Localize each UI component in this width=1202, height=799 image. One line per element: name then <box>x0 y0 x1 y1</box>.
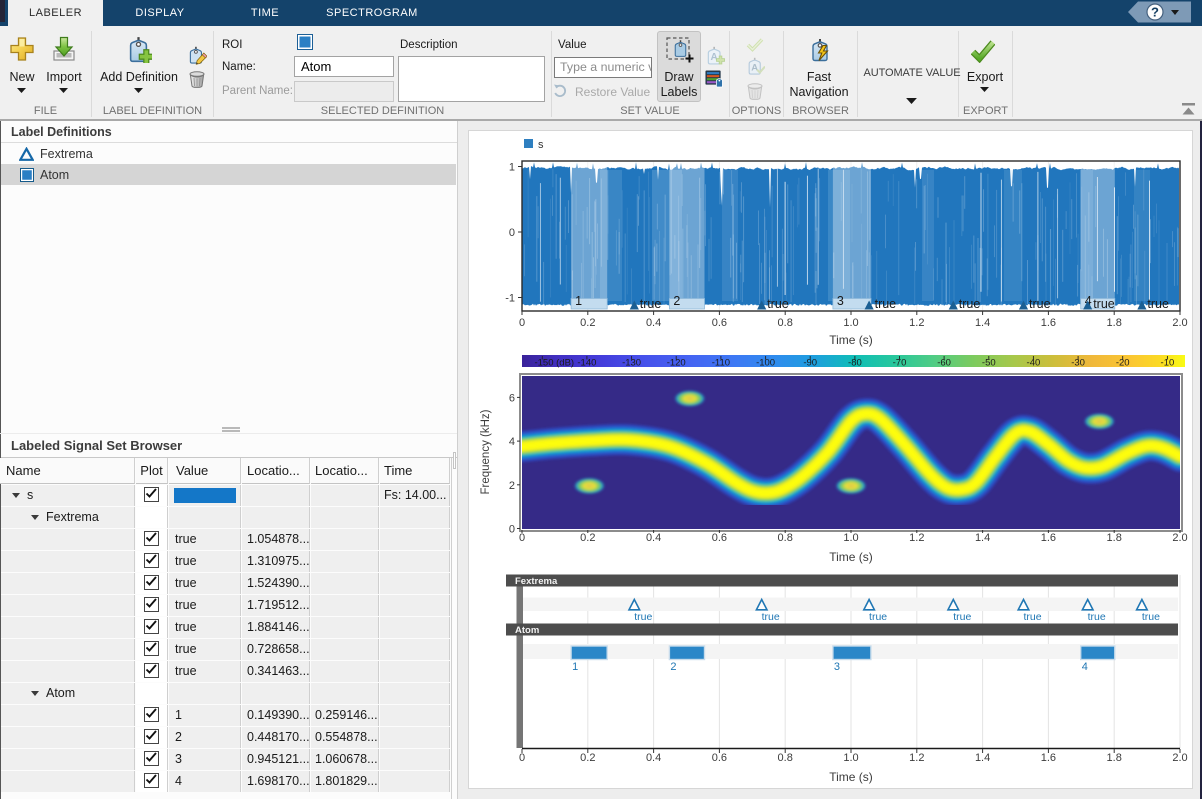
svg-text:1.8: 1.8 <box>1107 317 1122 329</box>
svg-text:-120: -120 <box>667 358 686 369</box>
svg-text:-140: -140 <box>577 358 596 369</box>
svg-text:-10: -10 <box>1161 358 1175 369</box>
svg-text:true: true <box>875 297 897 311</box>
svg-text:0.2: 0.2 <box>580 752 595 764</box>
svg-text:true: true <box>1029 297 1051 311</box>
svg-text:0.8: 0.8 <box>778 752 793 764</box>
svg-text:true: true <box>1093 297 1115 311</box>
svg-text:1.4: 1.4 <box>975 532 990 544</box>
svg-text:Time (s): Time (s) <box>829 333 873 347</box>
svg-text:1.8: 1.8 <box>1107 752 1122 764</box>
svg-text:0.2: 0.2 <box>580 532 595 544</box>
svg-text:3: 3 <box>834 661 840 673</box>
svg-text:1.6: 1.6 <box>1041 532 1056 544</box>
svg-text:true: true <box>634 611 652 623</box>
svg-text:1.4: 1.4 <box>975 317 990 329</box>
svg-text:-90: -90 <box>803 358 817 369</box>
svg-text:1.0: 1.0 <box>843 317 858 329</box>
svg-text:true: true <box>1142 611 1160 623</box>
svg-text:-100: -100 <box>756 358 775 369</box>
svg-text:true: true <box>869 611 887 623</box>
svg-text:2.0: 2.0 <box>1172 752 1187 764</box>
svg-text:0.6: 0.6 <box>712 317 727 329</box>
svg-text:Fextrema: Fextrema <box>515 576 558 587</box>
svg-text:A: A <box>751 62 758 73</box>
svg-text:1.6: 1.6 <box>1041 317 1056 329</box>
svg-text:Frequency (kHz): Frequency (kHz) <box>480 409 492 494</box>
svg-text:1.0: 1.0 <box>843 752 858 764</box>
svg-text:2: 2 <box>509 480 515 492</box>
svg-text:-30: -30 <box>1071 358 1085 369</box>
svg-text:-70: -70 <box>893 358 907 369</box>
svg-text:1: 1 <box>509 162 515 174</box>
svg-text:1.2: 1.2 <box>909 532 924 544</box>
svg-text:?: ? <box>1151 5 1159 20</box>
svg-text:-150 (dB): -150 (dB) <box>534 358 574 369</box>
svg-text:0.4: 0.4 <box>646 317 661 329</box>
svg-text:true: true <box>640 297 662 311</box>
svg-text:0.6: 0.6 <box>712 752 727 764</box>
svg-text:-60: -60 <box>937 358 951 369</box>
svg-text:1.6: 1.6 <box>1041 752 1056 764</box>
svg-text:-1: -1 <box>505 293 515 305</box>
svg-text:-80: -80 <box>848 358 862 369</box>
svg-text:0.4: 0.4 <box>646 532 661 544</box>
svg-text:0.8: 0.8 <box>778 317 793 329</box>
svg-text:0: 0 <box>509 524 515 536</box>
svg-text:true: true <box>767 297 789 311</box>
svg-text:0: 0 <box>509 227 515 239</box>
svg-text:true: true <box>953 611 971 623</box>
svg-text:4: 4 <box>1082 661 1088 673</box>
svg-text:Time (s): Time (s) <box>829 770 873 784</box>
svg-text:3: 3 <box>837 294 844 308</box>
svg-text:1.0: 1.0 <box>843 532 858 544</box>
svg-text:Atom: Atom <box>515 625 539 636</box>
svg-text:true: true <box>1088 611 1106 623</box>
svg-text:-20: -20 <box>1116 358 1130 369</box>
svg-text:1.8: 1.8 <box>1107 532 1122 544</box>
svg-text:-110: -110 <box>712 358 730 369</box>
svg-text:2: 2 <box>670 661 676 673</box>
svg-text:1: 1 <box>575 294 582 308</box>
svg-text:0: 0 <box>519 752 525 764</box>
svg-text:s: s <box>538 139 544 151</box>
svg-text:0.6: 0.6 <box>712 532 727 544</box>
svg-text:0.8: 0.8 <box>778 532 793 544</box>
svg-text:4: 4 <box>509 436 515 448</box>
svg-text:1: 1 <box>572 661 578 673</box>
svg-text:2: 2 <box>673 294 680 308</box>
svg-text:true: true <box>1023 611 1041 623</box>
svg-text:Time (s): Time (s) <box>829 550 873 564</box>
svg-text:0: 0 <box>519 317 525 329</box>
svg-text:0: 0 <box>519 532 525 544</box>
svg-text:-130: -130 <box>622 358 641 369</box>
svg-text:1.2: 1.2 <box>909 317 924 329</box>
svg-text:1.4: 1.4 <box>975 752 990 764</box>
svg-text:true: true <box>1147 297 1169 311</box>
svg-text:-40: -40 <box>1027 358 1041 369</box>
svg-text:-50: -50 <box>982 358 996 369</box>
svg-text:6: 6 <box>509 392 515 404</box>
svg-text:0.2: 0.2 <box>580 317 595 329</box>
svg-text:2.0: 2.0 <box>1172 317 1187 329</box>
svg-text:2.0: 2.0 <box>1172 532 1187 544</box>
svg-text:0.4: 0.4 <box>646 752 661 764</box>
svg-text:true: true <box>762 611 780 623</box>
svg-text:1.2: 1.2 <box>909 752 924 764</box>
svg-text:true: true <box>959 297 981 311</box>
